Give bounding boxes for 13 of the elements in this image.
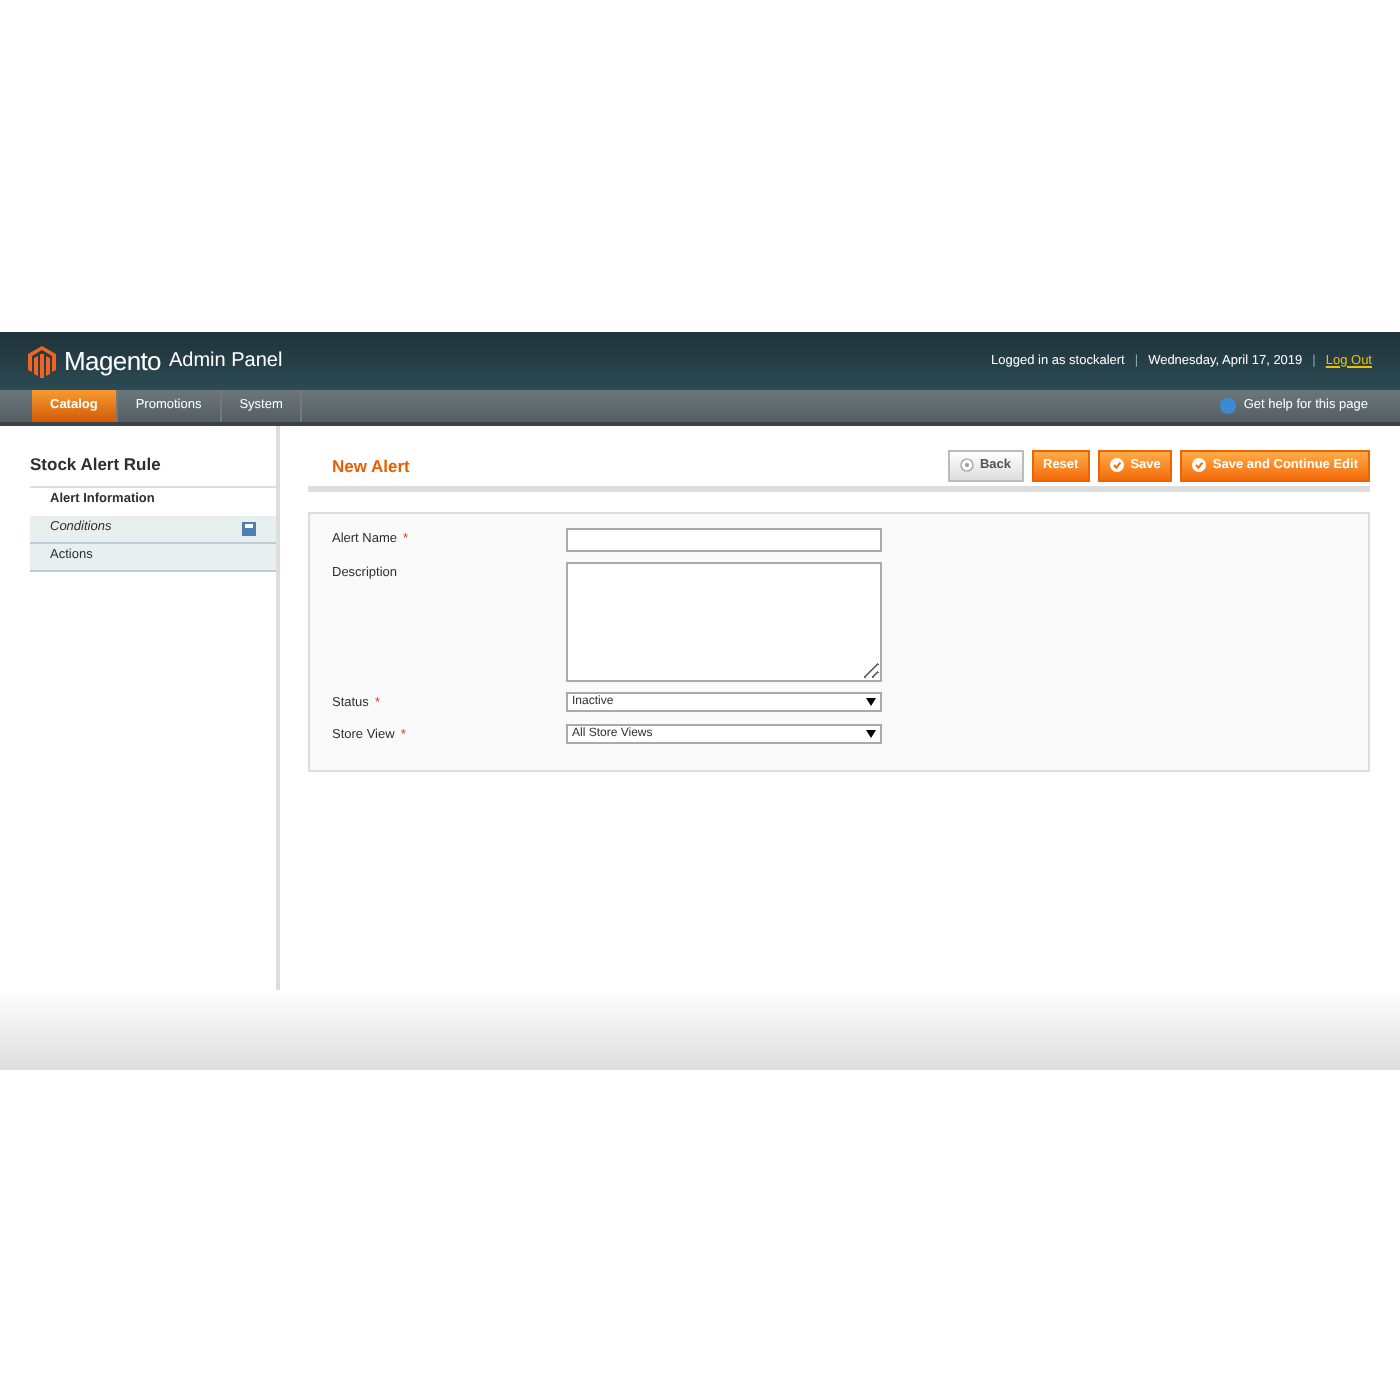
check-icon <box>1192 458 1207 473</box>
back-icon <box>959 458 974 473</box>
description-field[interactable] <box>566 561 882 682</box>
save-icon <box>242 521 256 536</box>
logo-text: Magento <box>64 343 161 380</box>
caret-icon <box>866 729 876 737</box>
logo-icon <box>28 345 56 377</box>
help-icon <box>1219 398 1236 414</box>
caret-icon <box>866 697 876 706</box>
input-field[interactable] <box>566 527 882 552</box>
logo-subtitle: Admin Panel <box>169 348 283 376</box>
page-title: New Alert <box>332 453 410 479</box>
check-icon <box>1110 458 1125 473</box>
